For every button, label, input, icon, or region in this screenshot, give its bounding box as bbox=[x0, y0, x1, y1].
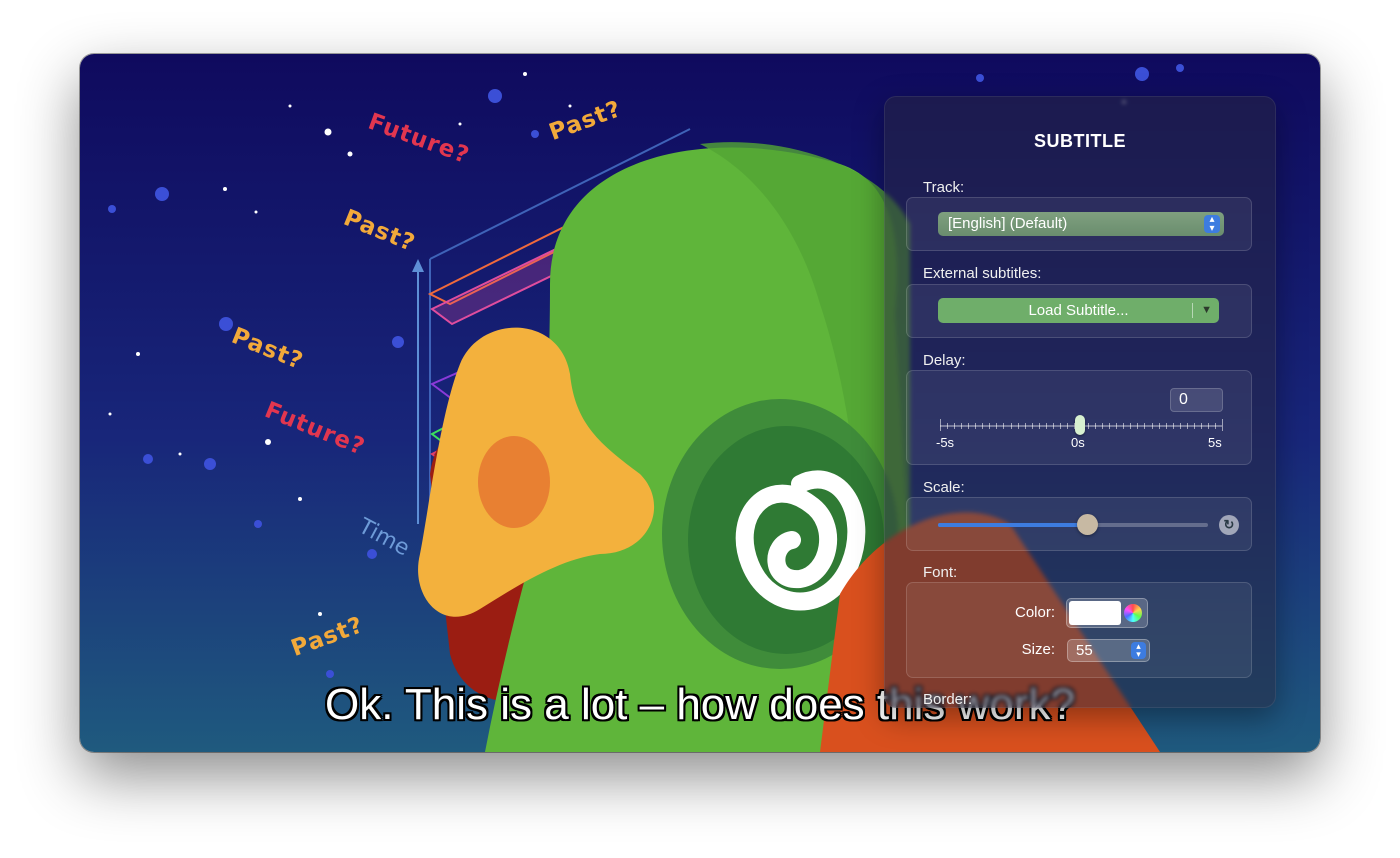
delay-tick bbox=[1017, 423, 1019, 429]
track-popup[interactable]: [English] (Default) ▴ ▾ bbox=[938, 212, 1224, 236]
delay-tick bbox=[1059, 423, 1061, 429]
track-label: Track: bbox=[923, 179, 965, 196]
scale-slider-fill bbox=[938, 523, 1087, 527]
font-group: Color: Size: 55 ▴ ▾ bbox=[906, 582, 1252, 678]
delay-tick bbox=[1003, 423, 1005, 429]
up-down-chevron-icon: ▴ ▾ bbox=[1204, 215, 1220, 234]
track-popup-value: [English] (Default) bbox=[948, 215, 1068, 232]
font-label: Font: bbox=[923, 564, 958, 581]
delay-tick bbox=[1172, 423, 1174, 429]
load-subtitle-label: Load Subtitle... bbox=[1028, 302, 1129, 319]
scale-label: Scale: bbox=[923, 479, 965, 496]
delay-tick bbox=[1052, 423, 1054, 429]
button-separator bbox=[1192, 303, 1193, 318]
delay-tick bbox=[940, 419, 941, 431]
reset-icon[interactable]: ↻ bbox=[1219, 515, 1239, 535]
delay-tick bbox=[982, 423, 984, 429]
delay-tick bbox=[1214, 423, 1216, 429]
delay-tick bbox=[968, 423, 970, 429]
delay-tick bbox=[989, 423, 991, 429]
delay-tick bbox=[1031, 423, 1033, 429]
delay-tick bbox=[1123, 423, 1125, 429]
font-size-field[interactable]: 55 ▴ ▾ bbox=[1067, 639, 1150, 662]
delay-tick bbox=[1116, 423, 1118, 429]
delay-tick bbox=[1207, 423, 1209, 429]
track-group: [English] (Default) ▴ ▾ bbox=[906, 197, 1252, 251]
delay-tick bbox=[1010, 423, 1012, 429]
delay-tick bbox=[1200, 423, 1202, 429]
delay-slider-knob[interactable] bbox=[1075, 415, 1085, 435]
external-subtitles-label: External subtitles: bbox=[923, 265, 1042, 282]
delay-tick bbox=[1038, 423, 1040, 429]
external-subtitles-group: Load Subtitle... ▼ bbox=[906, 284, 1252, 338]
delay-tick bbox=[1186, 423, 1188, 429]
color-wheel-icon[interactable] bbox=[1124, 604, 1142, 622]
load-subtitle-button[interactable]: Load Subtitle... ▼ bbox=[938, 298, 1219, 323]
color-swatch[interactable] bbox=[1069, 601, 1121, 625]
scale-slider-knob[interactable] bbox=[1076, 514, 1098, 535]
delay-tick bbox=[1066, 423, 1068, 429]
delay-tick bbox=[961, 423, 963, 429]
delay-tick bbox=[996, 423, 998, 429]
scale-slider-track[interactable] bbox=[938, 523, 1208, 527]
delay-tick bbox=[954, 423, 956, 429]
delay-input[interactable]: 0 bbox=[1170, 388, 1223, 412]
delay-tick bbox=[1165, 423, 1167, 429]
delay-tick bbox=[1095, 423, 1097, 429]
subtitle-settings-panel: SUBTITLE Track: [English] (Default) ▴ ▾ E… bbox=[884, 96, 1276, 708]
delay-mid-label: 0s bbox=[1071, 435, 1085, 450]
delay-tick bbox=[1109, 423, 1111, 429]
delay-tick bbox=[947, 423, 949, 429]
chevron-down-icon[interactable]: ▼ bbox=[1201, 298, 1212, 323]
delay-tick bbox=[1102, 423, 1104, 429]
font-size-value: 55 bbox=[1076, 642, 1093, 659]
font-size-label: Size: bbox=[1021, 641, 1055, 658]
delay-group: 0 -5s 0s 5s bbox=[906, 370, 1252, 465]
border-label: Border: bbox=[923, 691, 973, 708]
delay-tick bbox=[1045, 423, 1047, 429]
delay-min-label: -5s bbox=[936, 435, 955, 450]
delay-tick bbox=[1151, 423, 1153, 429]
font-color-well[interactable] bbox=[1066, 598, 1148, 628]
delay-tick bbox=[1130, 423, 1132, 429]
scale-group: ↻ bbox=[906, 497, 1252, 551]
delay-tick bbox=[1179, 423, 1181, 429]
font-color-label: Color: bbox=[1014, 604, 1055, 621]
delay-tick bbox=[975, 423, 977, 429]
delay-tick bbox=[1144, 423, 1146, 429]
delay-tick bbox=[1088, 423, 1090, 429]
delay-tick bbox=[1222, 419, 1223, 431]
delay-tick bbox=[1193, 423, 1195, 429]
delay-tick bbox=[1137, 423, 1139, 429]
up-down-chevron-icon[interactable]: ▴ ▾ bbox=[1131, 642, 1146, 659]
panel-title: SUBTITLE bbox=[1034, 131, 1126, 151]
delay-tick bbox=[1024, 423, 1026, 429]
video-player-window: Future? Past? Past? Past? Future? Past? … bbox=[80, 54, 1320, 752]
delay-label: Delay: bbox=[923, 352, 966, 369]
delay-max-label: 5s bbox=[1208, 435, 1222, 450]
delay-tick bbox=[1158, 423, 1160, 429]
